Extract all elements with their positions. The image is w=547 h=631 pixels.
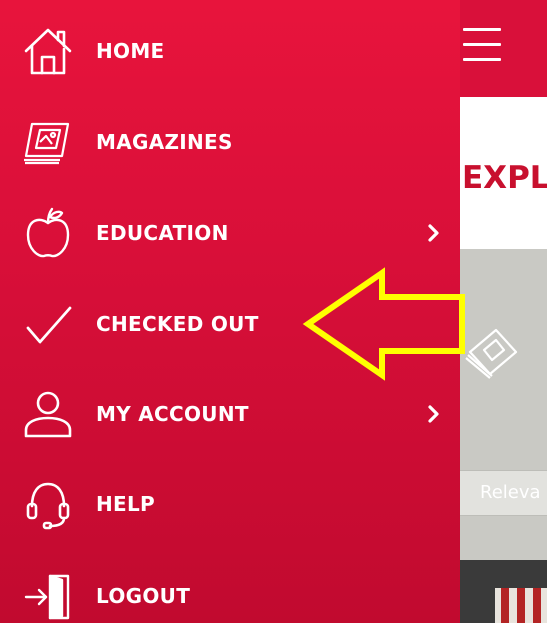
- nav-item-my-account[interactable]: MY ACCOUNT: [0, 379, 460, 449]
- nav-item-magazines[interactable]: MAGAZINES: [0, 107, 460, 177]
- magazine-icon: [20, 114, 76, 170]
- user-icon: [20, 386, 76, 442]
- checkmark-icon: [20, 296, 76, 352]
- result-thumbnail[interactable]: [495, 588, 547, 623]
- nav-item-home[interactable]: HOME: [0, 16, 460, 86]
- annotation-arrow: [302, 267, 465, 381]
- nav-label-my-account: MY ACCOUNT: [96, 402, 249, 426]
- nav-item-education[interactable]: EDUCATION: [0, 198, 460, 268]
- logout-icon: [20, 568, 76, 624]
- nav-item-logout[interactable]: LOGOUT: [0, 561, 460, 631]
- hamburger-menu-icon[interactable]: [463, 22, 501, 68]
- nav-label-logout: LOGOUT: [96, 584, 191, 608]
- headset-icon: [20, 476, 76, 532]
- apple-icon: [20, 205, 76, 261]
- home-icon: [20, 23, 76, 79]
- nav-label-education: EDUCATION: [96, 221, 229, 245]
- nav-label-checked-out: CHECKED OUT: [96, 312, 259, 336]
- page-title: EXPL: [462, 160, 547, 196]
- chevron-right-icon[interactable]: [424, 402, 444, 426]
- nav-label-help: HELP: [96, 492, 156, 516]
- nav-item-help[interactable]: HELP: [0, 469, 460, 539]
- chevron-right-icon[interactable]: [424, 221, 444, 245]
- sort-select[interactable]: Releva: [459, 470, 547, 516]
- nav-label-magazines: MAGAZINES: [96, 130, 233, 154]
- nav-label-home: HOME: [96, 39, 165, 63]
